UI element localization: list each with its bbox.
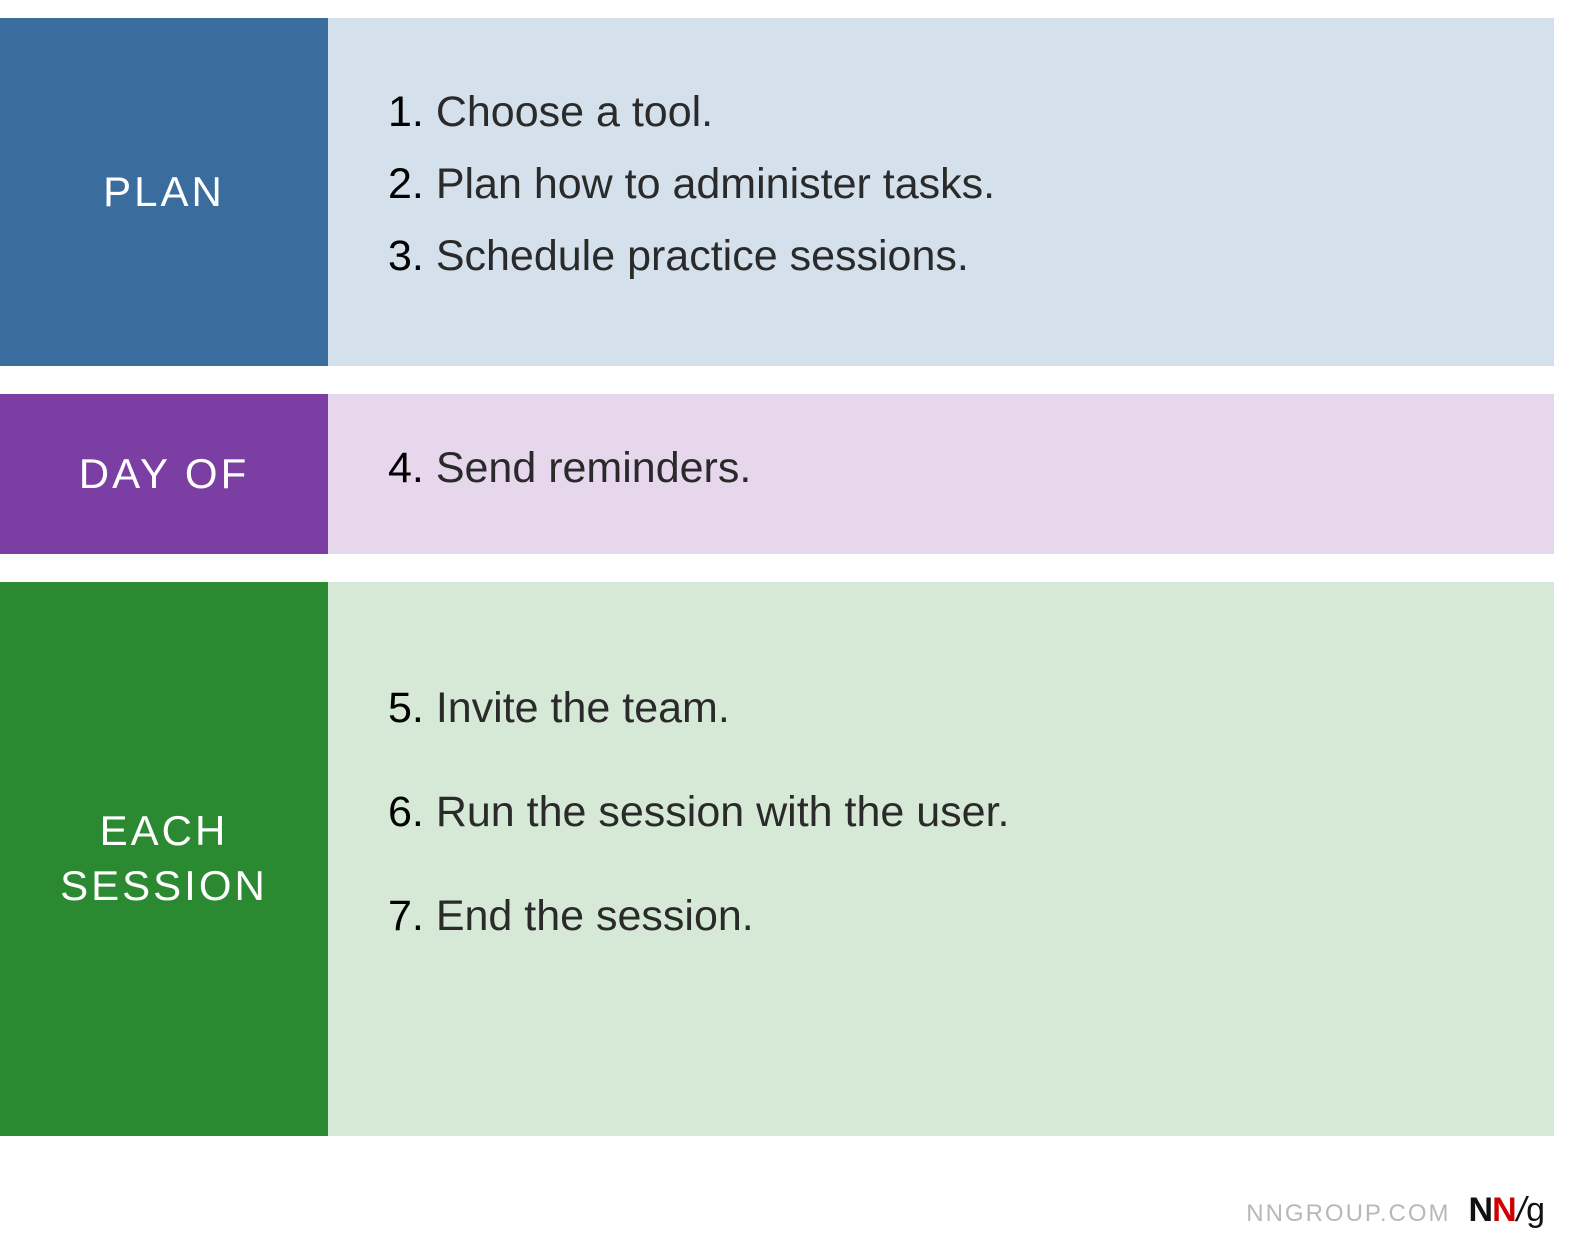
row-dayof-label: DAY OF [0, 394, 328, 554]
row-plan-label: PLAN [0, 18, 328, 366]
row-dayof: DAY OF 4. Send reminders. [0, 394, 1574, 554]
list-item: 3. Schedule practice sessions. [388, 230, 1494, 284]
list-item: 6. Run the session with the user. [388, 786, 1494, 840]
footer-url: NNGROUP.COM [1246, 1200, 1450, 1228]
row-plan: PLAN 1. Choose a tool. 2. Plan how to ad… [0, 18, 1574, 366]
item-number: 4. [388, 444, 424, 492]
item-number: 5. [388, 684, 424, 732]
item-number: 1. [388, 88, 424, 136]
item-number: 2. [388, 160, 424, 208]
footer: NNGROUP.COM NN/g [1246, 1191, 1544, 1230]
row-session-label: EACH SESSION [0, 582, 328, 1136]
diagram-container: PLAN 1. Choose a tool. 2. Plan how to ad… [0, 0, 1574, 1136]
logo-n2: N [1492, 1191, 1516, 1229]
list-item: 4. Send reminders. [388, 442, 1494, 496]
item-number: 3. [388, 232, 424, 280]
item-text: Run the session with the user. [424, 788, 1010, 836]
item-text: End the session. [424, 892, 754, 940]
logo-g: g [1526, 1191, 1544, 1229]
row-plan-content: 1. Choose a tool. 2. Plan how to adminis… [328, 18, 1554, 366]
item-text: Invite the team. [424, 684, 730, 732]
item-number: 7. [388, 892, 424, 940]
logo-n1: N [1469, 1191, 1493, 1229]
row-session-content: 5. Invite the team. 6. Run the session w… [328, 582, 1554, 1136]
list-item: 5. Invite the team. [388, 682, 1494, 736]
row-dayof-content: 4. Send reminders. [328, 394, 1554, 554]
row-session: EACH SESSION 5. Invite the team. 6. Run … [0, 582, 1574, 1136]
logo-slash: / [1517, 1191, 1525, 1229]
list-item: 1. Choose a tool. [388, 86, 1494, 140]
item-number: 6. [388, 788, 424, 836]
nng-logo: NN/g [1469, 1191, 1545, 1230]
item-text: Choose a tool. [424, 88, 713, 136]
item-text: Schedule practice sessions. [424, 232, 969, 280]
item-text: Send reminders. [424, 444, 751, 492]
item-text: Plan how to administer tasks. [424, 160, 995, 208]
list-item: 2. Plan how to administer tasks. [388, 158, 1494, 212]
list-item: 7. End the session. [388, 890, 1494, 944]
